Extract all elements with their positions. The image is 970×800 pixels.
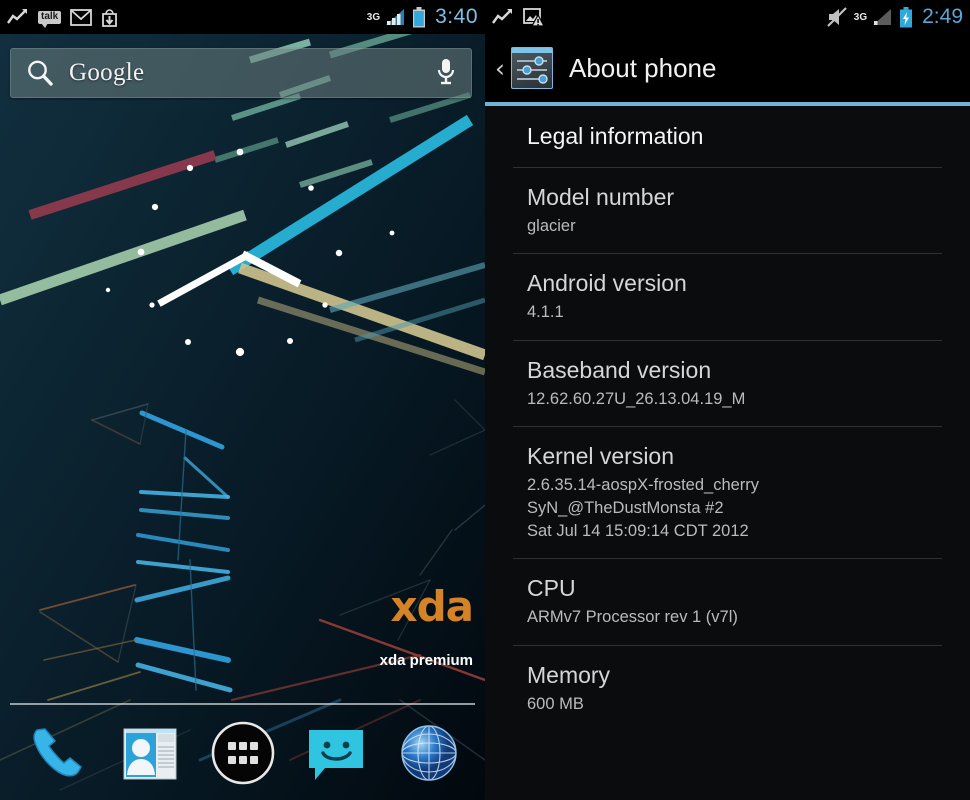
status-indicators: 3G 3:40 (367, 5, 478, 29)
analog-clock-hands (157, 250, 302, 307)
search-icon (28, 60, 53, 86)
network-type-label: 3G (366, 11, 381, 23)
search-input-placeholder[interactable]: Google (69, 59, 144, 87)
list-item-title: Model number (527, 183, 675, 210)
value-line: 4.1.1 (527, 303, 564, 322)
dock-browser[interactable] (394, 718, 464, 788)
list-item-value: ARMv7 Processor rev 1 (v7l) (527, 606, 930, 629)
list-item-legal-information[interactable]: Legal information (485, 106, 970, 167)
xda-logo: xda (390, 582, 474, 631)
list-item-value: 4.1.1 (527, 301, 930, 324)
about-phone-panel: 3G 2:49 ‹ About phone Legal information … (485, 0, 970, 800)
app-drawer-icon (211, 721, 274, 784)
clock-time: 2:49 (922, 5, 963, 28)
gmail-icon (70, 8, 93, 26)
settings-sliders-icon (511, 47, 553, 89)
value-line: Sat Jul 14 15:09:14 CDT 2012 (527, 521, 749, 540)
home-status-bar: talk 3G 3:40 (0, 0, 485, 34)
about-phone-header[interactable]: ‹ About phone (485, 34, 970, 102)
notification-icons (492, 7, 545, 27)
list-item-value: glacier (527, 215, 930, 238)
back-chevron-icon[interactable]: ‹ (495, 56, 505, 81)
browser-globe-icon (400, 724, 457, 781)
page-title: About phone (569, 52, 717, 83)
dock-app-drawer[interactable] (208, 718, 278, 788)
list-item-value: 12.62.60.27U_26.13.04.19_M (527, 388, 930, 411)
list-item-kernel-version[interactable]: Kernel version 2.6.35.14-aospX-frosted_c… (485, 426, 970, 558)
list-item-title: CPU (527, 575, 576, 602)
dock-people[interactable] (115, 718, 185, 788)
download-icon (102, 8, 118, 27)
value-line: 600 MB (527, 694, 584, 713)
list-item-value: 2.6.35.14-aospX-frosted_cherry SyN_@TheD… (527, 474, 930, 542)
value-line: glacier (527, 216, 576, 235)
mute-icon (827, 7, 847, 27)
list-item-title: Kernel version (527, 443, 675, 470)
list-item-title: Baseband version (527, 356, 712, 383)
value-line: 2.6.35.14-aospX-frosted_cherry (527, 476, 760, 495)
list-item-memory[interactable]: Memory 600 MB (485, 644, 970, 732)
dual-phone-screenshot: talk 3G 3:40 Google xda xda premium 3G 2… (0, 0, 970, 800)
talk-icon: talk (38, 10, 62, 28)
image-warning-icon (523, 8, 545, 27)
clock-time: 3:40 (435, 5, 478, 28)
people-icon (123, 728, 176, 779)
list-item-baseband-version[interactable]: Baseband version 12.62.60.27U_26.13.04.1… (485, 339, 970, 427)
wallpaper-pattern (0, 0, 485, 800)
signal-icon (873, 9, 892, 25)
list-item-title: Memory (527, 661, 611, 688)
battery-icon (413, 6, 426, 27)
list-item-model-number[interactable]: Model number glacier (485, 166, 970, 254)
status-indicators: 3G 2:49 (826, 5, 963, 29)
value-line: 12.62.60.27U_26.13.04.19_M (527, 389, 746, 408)
phone-icon (32, 727, 82, 776)
list-item-title: Android version (527, 270, 687, 297)
about-phone-list: Legal information Model number glacier A… (485, 106, 970, 800)
voice-search-button[interactable] (435, 56, 457, 91)
value-line: ARMv7 Processor rev 1 (v7l) (527, 608, 738, 627)
list-item-cpu[interactable]: CPU ARMv7 Processor rev 1 (v7l) (485, 558, 970, 645)
home-screen-panel: talk 3G 3:40 Google xda xda premium (0, 0, 485, 800)
about-status-bar: 3G 2:49 (485, 0, 970, 34)
trend-chart-icon (7, 9, 27, 24)
list-item-android-version[interactable]: Android version 4.1.1 (485, 253, 970, 340)
home-dock (0, 705, 485, 800)
battery-charging-icon (900, 6, 913, 27)
messaging-icon (308, 729, 363, 780)
network-type-label: 3G (853, 11, 868, 23)
list-item-title: Legal information (527, 123, 704, 149)
xda-premium-caption: xda premium (379, 652, 473, 669)
microphone-icon (437, 58, 455, 84)
notification-icons: talk (7, 8, 118, 28)
dock-messaging[interactable] (301, 718, 371, 788)
signal-icon (386, 9, 405, 25)
google-search-widget[interactable]: Google (10, 48, 472, 98)
list-item-value: 600 MB (527, 693, 930, 716)
dock-phone[interactable] (22, 718, 92, 788)
value-line: SyN_@TheDustMonsta #2 (527, 498, 724, 517)
trend-chart-icon (492, 9, 512, 24)
